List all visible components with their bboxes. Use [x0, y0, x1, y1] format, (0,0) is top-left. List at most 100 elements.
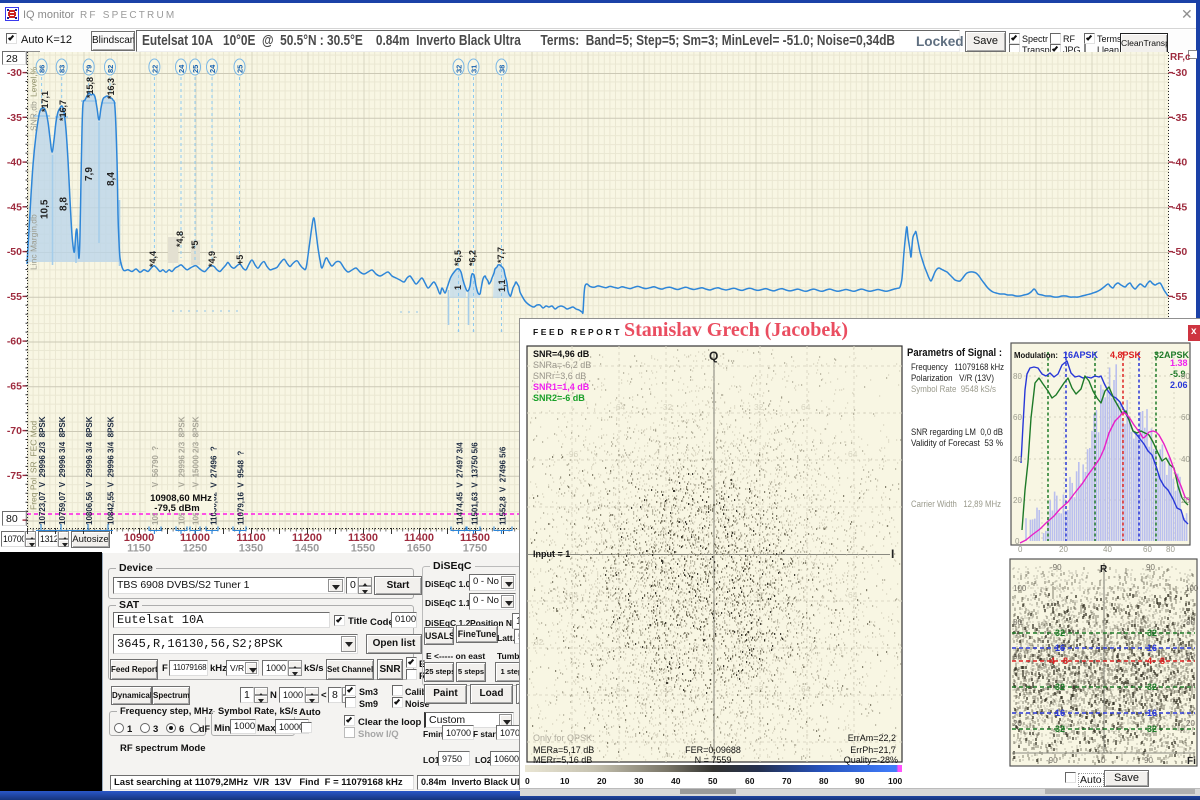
- svg-text:-96: -96: [566, 449, 579, 459]
- svg-text:38: 38: [498, 65, 507, 73]
- svg-text:MERa=5,17 dB: MERa=5,17 dB: [533, 745, 594, 755]
- svg-text:RF,c: RF,c: [1170, 52, 1191, 63]
- svg-text:32: 32: [754, 590, 764, 600]
- svg-text:25: 25: [236, 65, 245, 73]
- svg-text:-64: -64: [613, 402, 626, 412]
- svg-text:10806,56 V 29996 3/4 8PSK: 10806,56 V 29996 3/4 8PSK: [85, 416, 94, 525]
- svg-text:80: 80: [1013, 618, 1022, 627]
- svg-text:64: 64: [801, 684, 811, 694]
- svg-text:Only for QPSK:: Only for QPSK:: [533, 733, 595, 743]
- svg-text:16APSK: 16APSK: [1063, 350, 1099, 360]
- svg-text:*4,8: *4,8: [175, 231, 185, 247]
- svg-text:*17,1: *17,1: [40, 91, 50, 112]
- svg-text:60: 60: [1186, 652, 1195, 661]
- svg-text:-64: -64: [566, 590, 579, 600]
- svg-text:30: 30: [634, 776, 644, 786]
- svg-text:16: 16: [1147, 708, 1157, 718]
- svg-text:20: 20: [1186, 719, 1195, 728]
- svg-text:Carrier Width 12,89 MHz: Carrier Width 12,89 MHz: [911, 499, 1001, 509]
- svg-text:SNRr=3,6 dB: SNRr=3,6 dB: [533, 371, 586, 381]
- svg-text:*15,8: *15,8: [85, 77, 95, 98]
- svg-text:Symbol Rate 9548 kS/s: Symbol Rate 9548 kS/s: [911, 384, 996, 394]
- svg-text:32: 32: [1055, 682, 1065, 692]
- svg-text:-30: -30: [1172, 67, 1187, 79]
- svg-text:20: 20: [1013, 496, 1022, 505]
- svg-text:90: 90: [1146, 563, 1155, 572]
- svg-text:80: 80: [1166, 545, 1175, 554]
- svg-text:8: 8: [1160, 656, 1165, 666]
- svg-text:86: 86: [38, 65, 47, 73]
- svg-text:2.06: 2.06: [1170, 380, 1188, 390]
- svg-text:*5: *5: [190, 240, 200, 249]
- svg-text:-79,5 dBm: -79,5 dBm: [154, 503, 199, 514]
- svg-text:70: 70: [782, 776, 792, 786]
- svg-text:-40: -40: [1172, 157, 1187, 169]
- svg-text:-50: -50: [7, 246, 22, 258]
- svg-text:*6,5: *6,5: [453, 250, 463, 266]
- svg-text:-35: -35: [7, 112, 22, 124]
- svg-text:11079,16 V 9548 ?: 11079,16 V 9548 ?: [237, 451, 246, 525]
- svg-text:1: 1: [453, 285, 463, 290]
- svg-text:32: 32: [1055, 724, 1065, 734]
- svg-text:R: R: [1100, 564, 1108, 575]
- svg-text:10,5: 10,5: [40, 199, 51, 219]
- svg-text:16: 16: [1147, 643, 1157, 653]
- svg-text:SNR regarding LM 0,0 dB: SNR regarding LM 0,0 dB: [911, 427, 1003, 437]
- svg-text:60: 60: [1143, 545, 1152, 554]
- svg-text:11474,45 V 27497 3/4: 11474,45 V 27497 3/4: [456, 442, 465, 525]
- svg-text:25: 25: [191, 65, 200, 73]
- svg-text:10723,07 V 29996 2/3 8PSK: 10723,07 V 29996 2/3 8PSK: [38, 416, 47, 525]
- svg-text:-32: -32: [531, 637, 544, 647]
- svg-text:10759,07 V 29996 3/4 8PSK: 10759,07 V 29996 3/4 8PSK: [58, 416, 67, 525]
- svg-text:-45: -45: [7, 201, 22, 213]
- svg-text:80: 80: [1181, 372, 1190, 381]
- svg-text:ErrAm=22,2: ErrAm=22,2: [848, 733, 896, 743]
- svg-text:20: 20: [1013, 719, 1022, 728]
- svg-text:79: 79: [85, 65, 94, 73]
- svg-text:Input = 1: Input = 1: [533, 549, 570, 559]
- svg-text:64: 64: [801, 402, 811, 412]
- svg-text:83: 83: [58, 65, 67, 73]
- svg-text:4: 4: [1050, 656, 1055, 666]
- svg-text:*16,7: *16,7: [58, 100, 68, 121]
- svg-text:-45: -45: [1172, 201, 1187, 213]
- svg-text:16: 16: [1055, 708, 1065, 718]
- svg-text:-75: -75: [7, 470, 22, 482]
- svg-text:10842,55 V 29996 3/4 8PSK: 10842,55 V 29996 3/4 8PSK: [107, 416, 116, 525]
- svg-text:32: 32: [455, 65, 464, 73]
- svg-text:0: 0: [525, 776, 530, 786]
- svg-text:Level,%: Level,%: [29, 66, 39, 97]
- svg-text:10: 10: [560, 776, 570, 786]
- svg-text:N = 7559: N = 7559: [695, 755, 732, 765]
- svg-text:100: 100: [1185, 584, 1199, 593]
- svg-text:40: 40: [1103, 545, 1112, 554]
- svg-text:-40: -40: [7, 157, 22, 169]
- svg-text:ErrPh=21,7: ErrPh=21,7: [850, 745, 896, 755]
- svg-text:24: 24: [177, 64, 186, 73]
- svg-text:FER=0,09688: FER=0,09688: [685, 745, 741, 755]
- svg-text:Frequency 11079168 kHz: Frequency 11079168 kHz: [911, 362, 1004, 372]
- svg-text:SNR,db: SNR,db: [29, 101, 39, 131]
- svg-text:-70: -70: [7, 425, 22, 437]
- svg-text:-55: -55: [1172, 291, 1187, 303]
- svg-text:Parametrs of Signal :: Parametrs of Signal :: [907, 347, 1002, 359]
- svg-text:60: 60: [1013, 413, 1022, 422]
- svg-text:SNR1=1,4 dB: SNR1=1,4 dB: [533, 382, 590, 392]
- svg-text:100: 100: [1013, 584, 1027, 593]
- svg-text:Validity of Forecast 53 %: Validity of Forecast 53 %: [911, 438, 1003, 448]
- svg-text:-50: -50: [1172, 246, 1187, 258]
- svg-text:32: 32: [1147, 628, 1157, 638]
- svg-text:*4,9: *4,9: [207, 251, 217, 267]
- svg-text:24: 24: [208, 64, 217, 73]
- svg-text:-90: -90: [1050, 563, 1062, 572]
- svg-text:40: 40: [1181, 455, 1190, 464]
- svg-text:100: 100: [888, 776, 902, 786]
- svg-text:60: 60: [1181, 413, 1190, 422]
- svg-text:20: 20: [597, 776, 607, 786]
- svg-text:-30: -30: [7, 67, 22, 79]
- svg-text:40: 40: [1013, 455, 1022, 464]
- svg-text:0: 0: [1101, 756, 1106, 765]
- svg-text:Quality=-28%: Quality=-28%: [844, 755, 898, 765]
- svg-text:64: 64: [848, 590, 858, 600]
- svg-text:31: 31: [470, 65, 479, 73]
